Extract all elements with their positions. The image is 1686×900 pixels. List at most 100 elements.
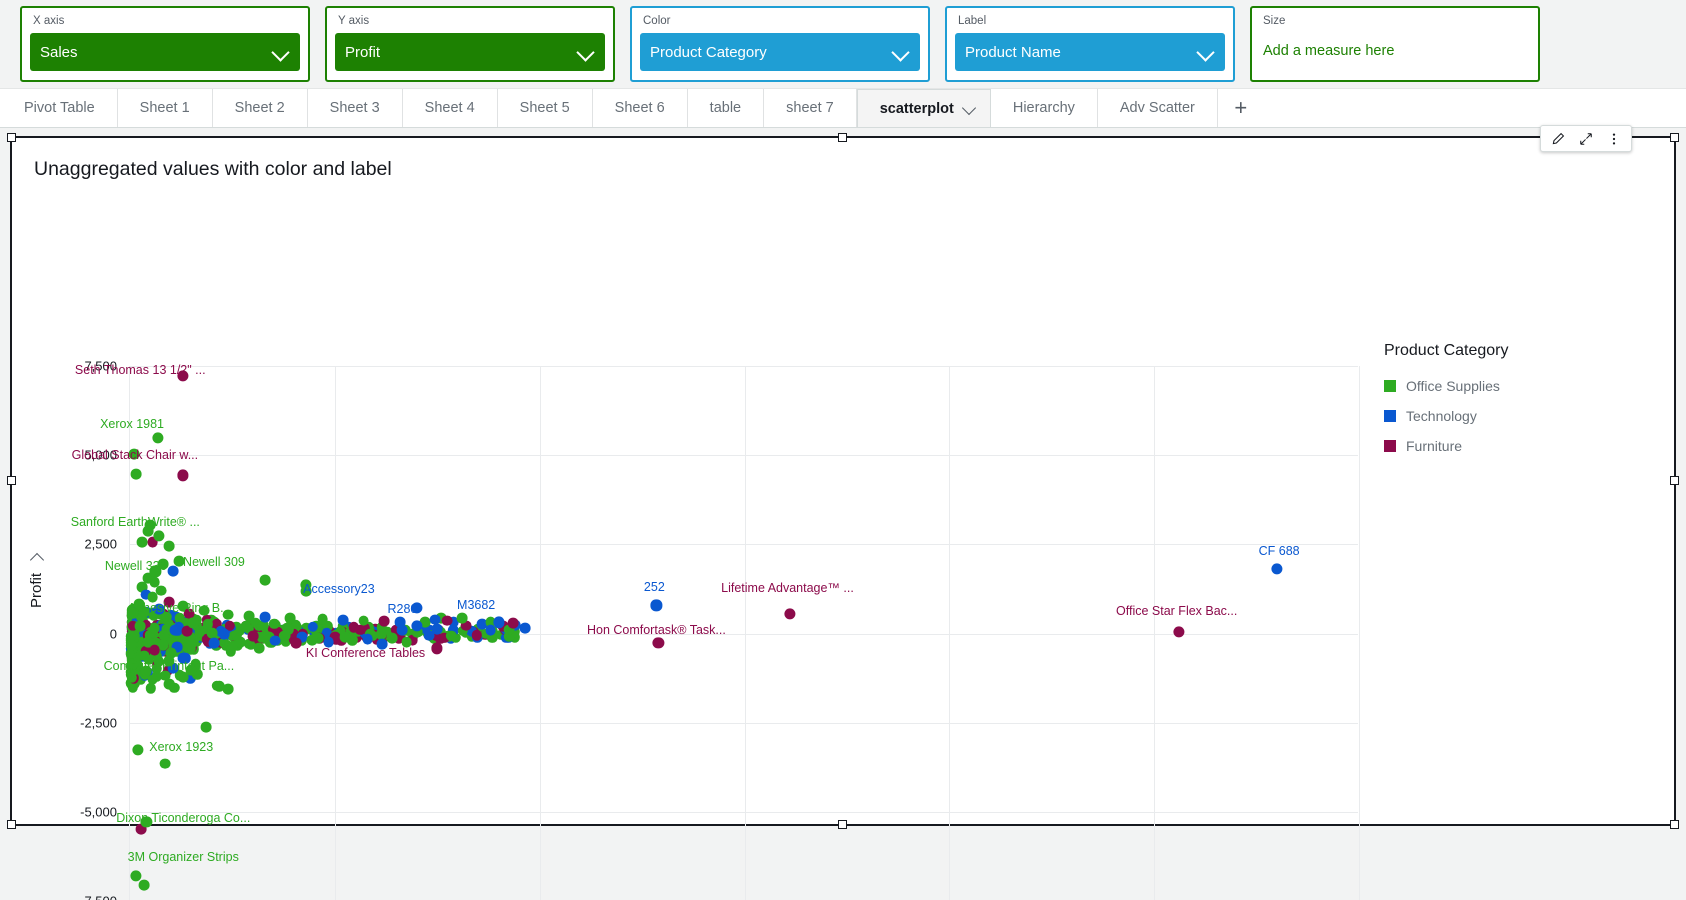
chevron-down-icon[interactable]	[30, 552, 44, 566]
chevron-down-icon[interactable]	[1197, 43, 1215, 61]
scatter-point[interactable]	[307, 635, 318, 646]
resize-handle-middle-left[interactable]	[7, 476, 16, 485]
legend-item-furniture[interactable]: Furniture	[1384, 438, 1604, 454]
scatter-point[interactable]	[260, 612, 271, 623]
resize-handle-top-center[interactable]	[838, 133, 847, 142]
more-menu-icon[interactable]	[1601, 127, 1627, 150]
scatter-point[interactable]	[270, 635, 281, 646]
scatter-point[interactable]	[200, 722, 211, 733]
sheet-tab-sheet-3[interactable]: Sheet 3	[308, 89, 403, 127]
scatter-point[interactable]	[164, 679, 175, 690]
scatter-point[interactable]	[243, 611, 254, 622]
scatter-point[interactable]	[194, 627, 205, 638]
scatter-point[interactable]	[358, 615, 369, 626]
sheet-tab-hierarchy[interactable]: Hierarchy	[991, 89, 1098, 127]
scatter-point[interactable]	[254, 643, 265, 654]
chevron-down-icon[interactable]	[892, 43, 910, 61]
scatter-point[interactable]	[340, 631, 351, 642]
scatter-point[interactable]	[1173, 626, 1184, 637]
expand-icon[interactable]	[1573, 127, 1599, 150]
scatter-point[interactable]	[168, 565, 179, 576]
scatter-point[interactable]	[149, 622, 160, 633]
sheet-tab-sheet-5[interactable]: Sheet 5	[498, 89, 593, 127]
scatter-point[interactable]	[131, 468, 142, 479]
legend-item-office-supplies[interactable]: Office Supplies	[1384, 378, 1604, 394]
sheet-tab-sheet-1[interactable]: Sheet 1	[118, 89, 213, 127]
scatter-point[interactable]	[170, 625, 181, 636]
scatter-point[interactable]	[153, 530, 164, 541]
chevron-down-icon[interactable]	[577, 43, 595, 61]
resize-handle-top-left[interactable]	[7, 133, 16, 142]
scatter-point[interactable]	[219, 629, 230, 640]
scatter-point[interactable]	[784, 608, 795, 619]
sheet-tab-table[interactable]: table	[688, 89, 764, 127]
scatter-point[interactable]	[280, 630, 291, 641]
scatter-point[interactable]	[387, 632, 398, 643]
resize-handle-middle-right[interactable]	[1670, 476, 1679, 485]
sheet-tab-label: Sheet 3	[330, 100, 380, 116]
scatter-point[interactable]	[149, 645, 160, 656]
scatter-point[interactable]	[235, 636, 246, 647]
scatter-point[interactable]	[653, 638, 664, 649]
scatter-point[interactable]	[186, 639, 197, 650]
field-well-label[interactable]: Label Product Name	[945, 6, 1235, 82]
field-pill-product-category[interactable]: Product Category	[640, 33, 920, 71]
scatter-point[interactable]	[317, 614, 328, 625]
scatter-point[interactable]	[209, 637, 220, 648]
field-well-size[interactable]: Size Add a measure here	[1250, 6, 1540, 82]
field-pill-sales-text: Sales	[40, 44, 272, 61]
sheet-tab-pivot-table[interactable]: Pivot Table	[2, 89, 118, 127]
chevron-down-icon[interactable]	[962, 101, 978, 117]
scatter-point[interactable]	[651, 600, 662, 611]
field-well-y-axis[interactable]: Y axis Profit	[325, 6, 615, 82]
sheet-tab-sheet-2[interactable]: Sheet 2	[213, 89, 308, 127]
sheet-tab-scatterplot[interactable]: scatterplot	[857, 89, 991, 127]
scatter-point[interactable]	[432, 624, 443, 635]
legend-item-technology[interactable]: Technology	[1384, 408, 1604, 424]
sheet-tab-sheet-6[interactable]: Sheet 6	[593, 89, 688, 127]
scatter-point[interactable]	[260, 575, 271, 586]
scatter-point[interactable]	[456, 613, 467, 624]
scatter-point[interactable]	[178, 470, 189, 481]
edit-icon[interactable]	[1545, 127, 1571, 150]
field-pill-profit[interactable]: Profit	[335, 33, 605, 71]
field-pill-product-name[interactable]: Product Name	[955, 33, 1225, 71]
resize-handle-bottom-left[interactable]	[7, 820, 16, 829]
scatter-point[interactable]	[1271, 563, 1282, 574]
scatter-point[interactable]	[442, 615, 453, 626]
field-well-size-placeholder[interactable]: Add a measure here	[1260, 33, 1530, 69]
resize-handle-bottom-right[interactable]	[1670, 820, 1679, 829]
scatter-point[interactable]	[164, 541, 175, 552]
scatter-point[interactable]	[338, 615, 349, 626]
scatter-point[interactable]	[379, 616, 390, 627]
sheet-tab-sheet-4[interactable]: Sheet 4	[403, 89, 498, 127]
visual-container[interactable]: Unaggregated values with color and label…	[10, 136, 1676, 826]
add-sheet-button[interactable]: +	[1218, 89, 1264, 127]
scatter-point[interactable]	[520, 623, 531, 634]
scatter-point[interactable]	[284, 613, 295, 624]
scatter-point[interactable]	[291, 638, 302, 649]
scatter-point[interactable]	[397, 625, 408, 636]
field-well-color[interactable]: Color Product Category	[630, 6, 930, 82]
scatter-point[interactable]	[139, 880, 150, 891]
scatter-point[interactable]	[247, 631, 258, 642]
scatter-plot-area[interactable]: 05001,0001,5002,0002,5003,0007,5005,0002…	[129, 366, 1358, 900]
scatter-point[interactable]	[147, 674, 158, 685]
sheet-tab-sheet-7[interactable]: sheet 7	[764, 89, 857, 127]
scatter-point[interactable]	[159, 758, 170, 769]
y-axis-title[interactable]: Profit	[28, 552, 45, 608]
scatter-point[interactable]	[152, 432, 163, 443]
scatter-point[interactable]	[131, 870, 142, 881]
scatter-point[interactable]	[223, 684, 234, 695]
chevron-down-icon[interactable]	[272, 43, 290, 61]
resize-handle-top-right[interactable]	[1670, 133, 1679, 142]
field-pill-sales[interactable]: Sales	[30, 33, 300, 71]
field-well-x-axis[interactable]: X axis Sales	[20, 6, 310, 82]
scatter-point[interactable]	[137, 537, 148, 548]
scatter-point[interactable]	[133, 745, 144, 756]
scatter-point[interactable]	[432, 643, 443, 654]
sheet-tab-adv-scatter[interactable]: Adv Scatter	[1098, 89, 1218, 127]
scatter-point[interactable]	[362, 634, 373, 645]
scatter-point[interactable]	[135, 621, 146, 632]
scatter-point[interactable]	[508, 618, 519, 629]
